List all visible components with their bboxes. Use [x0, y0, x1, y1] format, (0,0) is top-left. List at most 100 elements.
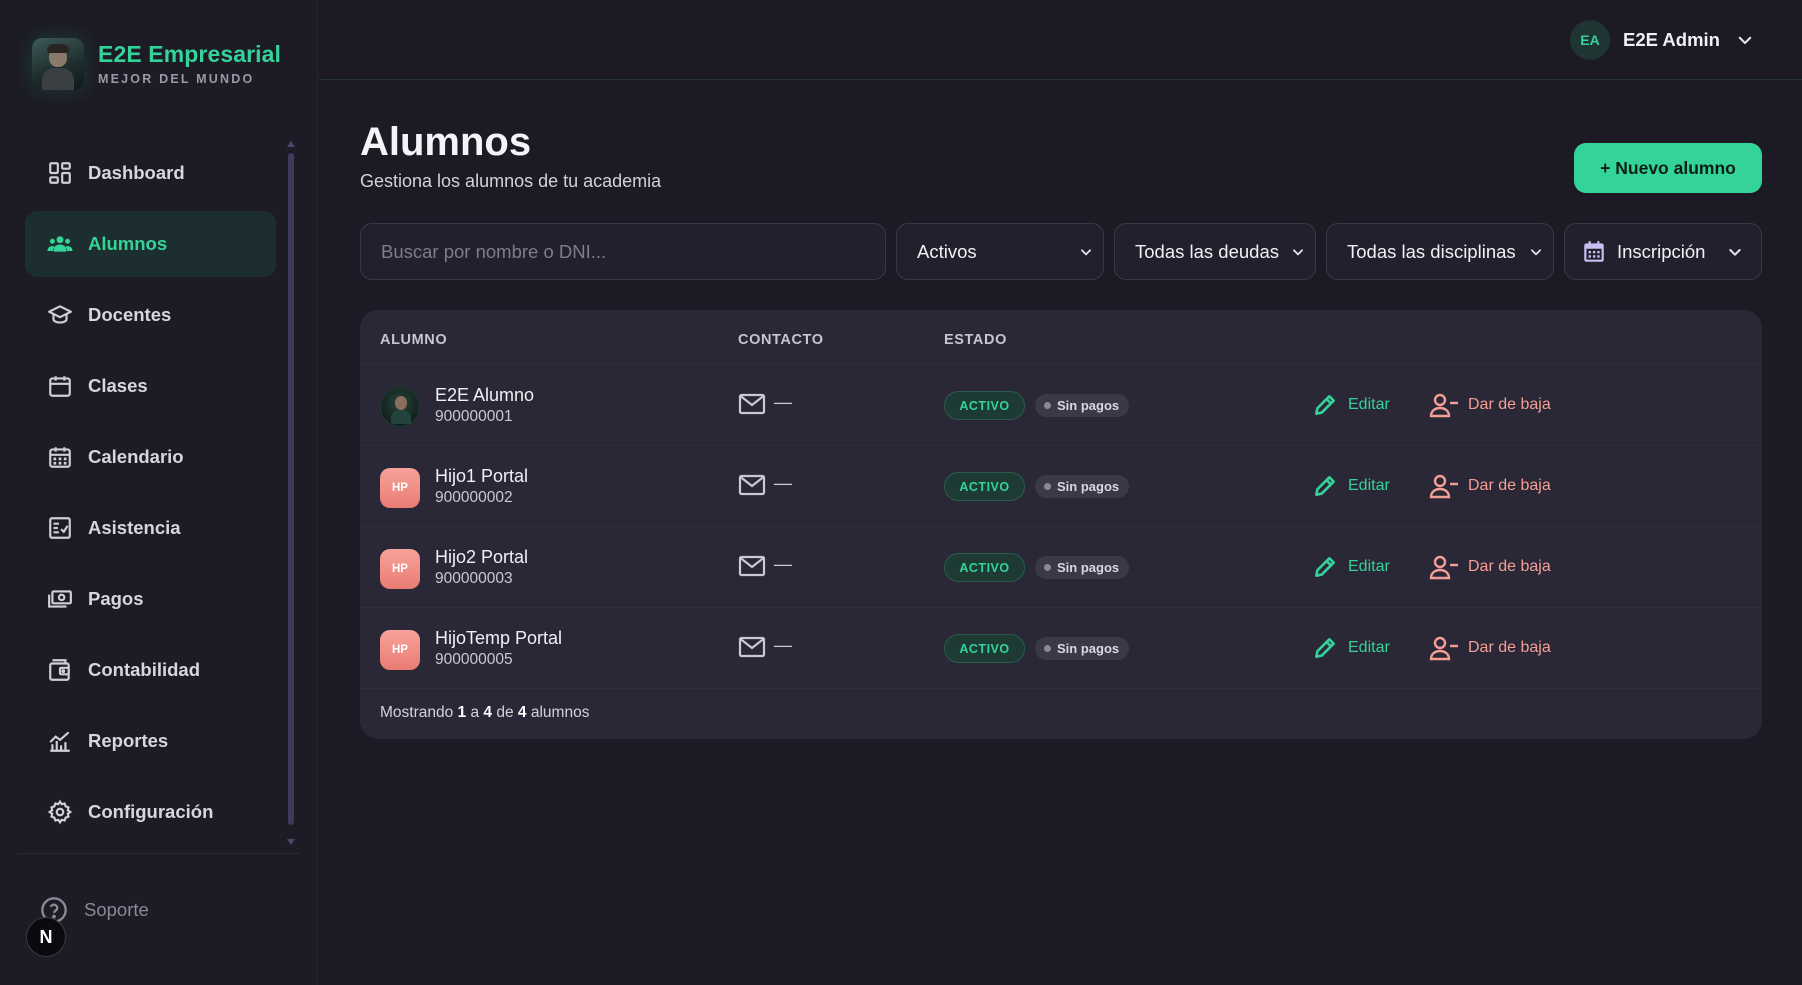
student-name: HijoTemp Portal [435, 628, 563, 648]
gear-icon [46, 798, 74, 826]
sidebar-item-label: Alumnos [88, 233, 168, 254]
sidebar-item-label: Pagos [88, 588, 144, 609]
debt-filter-select[interactable]: Todas las deudas [1114, 223, 1316, 280]
page-title: Alumnos [360, 120, 532, 164]
column-header-estado: ESTADO [944, 332, 1007, 348]
user-minus-icon [1429, 636, 1458, 661]
payments-label: Sin pagos [1057, 479, 1120, 494]
edit-button[interactable]: Editar [1312, 473, 1390, 499]
edit-button[interactable]: Editar [1312, 554, 1390, 580]
checklist-icon [46, 514, 74, 542]
page-subtitle: Gestiona los alumnos de tu academia [360, 171, 662, 191]
status-badge: ACTIVO [944, 634, 1025, 663]
avatar [380, 387, 420, 427]
table-row[interactable]: HP HijoTemp Portal 900000005 — ACTIVO Si… [360, 607, 1762, 688]
discipline-filter-value: Todas las disciplinas [1347, 240, 1516, 262]
mail-icon [738, 636, 766, 658]
edit-label: Editar [1348, 477, 1390, 494]
dev-tools-badge[interactable]: N [26, 917, 66, 957]
sidebar-item-calendario[interactable]: Calendario [25, 424, 276, 490]
pagination-summary: Mostrando 1 a 4 de 4 alumnos [380, 704, 590, 721]
calendar-icon [1584, 240, 1604, 262]
sidebar-scrollbar[interactable] [286, 141, 296, 845]
wallet-icon [46, 656, 74, 684]
avatar: HP [380, 468, 420, 508]
new-student-button[interactable]: + Nuevo alumno [1574, 143, 1762, 193]
sidebar-item-contabilidad[interactable]: Contabilidad [25, 637, 276, 703]
calendar-grid-icon [46, 443, 74, 471]
sidebar-item-pagos[interactable]: Pagos [25, 566, 276, 632]
deactivate-button[interactable]: Dar de baja [1429, 554, 1551, 580]
edit-button[interactable]: Editar [1312, 392, 1390, 418]
payments-label: Sin pagos [1057, 641, 1120, 656]
sidebar-item-alumnos[interactable]: Alumnos [25, 211, 276, 277]
contact-value: — [774, 473, 792, 493]
brand-title: E2E Empresarial [98, 41, 282, 68]
table-row[interactable]: HP Hijo1 Portal 900000002 — ACTIVO Sin p… [360, 445, 1762, 526]
status-badge: ACTIVO [944, 553, 1025, 582]
avatar: HP [380, 549, 420, 589]
pencil-icon [1315, 476, 1335, 496]
edit-button[interactable]: Editar [1312, 635, 1390, 661]
column-header-contacto: CONTACTO [738, 332, 824, 348]
graduation-cap-icon [46, 301, 74, 329]
deactivate-button[interactable]: Dar de baja [1429, 392, 1551, 418]
student-dni: 900000005 [435, 651, 513, 668]
mail-icon [738, 474, 766, 496]
user-menu[interactable]: EA E2E Admin [1570, 20, 1754, 60]
deactivate-label: Dar de baja [1468, 396, 1551, 413]
deactivate-label: Dar de baja [1468, 558, 1551, 575]
calendar-blank-icon [46, 372, 74, 400]
sidebar-item-dashboard[interactable]: Dashboard [25, 140, 276, 206]
discipline-filter-select[interactable]: Todas las disciplinas [1326, 223, 1554, 280]
edit-label: Editar [1348, 396, 1390, 413]
student-dni: 900000001 [435, 408, 513, 425]
pencil-icon [1315, 395, 1335, 415]
brand[interactable]: E2E Empresarial MEJOR DEL MUNDO [32, 38, 281, 90]
edit-label: Editar [1348, 639, 1390, 656]
dashboard-icon [46, 159, 74, 187]
sidebar-divider [18, 853, 300, 854]
money-icon [46, 585, 74, 613]
pencil-icon [1315, 557, 1335, 577]
sidebar-item-label: Dashboard [88, 162, 185, 183]
search-field[interactable] [360, 223, 886, 280]
student-name: E2E Alumno [435, 385, 535, 405]
deactivate-label: Dar de baja [1468, 477, 1551, 494]
user-minus-icon [1429, 393, 1458, 418]
status-filter-select[interactable]: Activos [896, 223, 1104, 280]
payments-badge: Sin pagos [1035, 637, 1130, 660]
table-row[interactable]: HP Hijo2 Portal 900000003 — ACTIVO Sin p… [360, 526, 1762, 607]
sort-enrollment-select[interactable]: Inscripción [1564, 223, 1762, 280]
search-input[interactable] [381, 240, 861, 263]
deactivate-button[interactable]: Dar de baja [1429, 635, 1551, 661]
deactivate-button[interactable]: Dar de baja [1429, 473, 1551, 499]
chevron-down-icon [1293, 248, 1303, 255]
chevron-down-icon [1081, 248, 1091, 255]
sidebar-item-clases[interactable]: Clases [25, 353, 276, 419]
sidebar-item-asistencia[interactable]: Asistencia [25, 495, 276, 561]
sidebar-item-docentes[interactable]: Docentes [25, 282, 276, 348]
status-filter-value: Activos [917, 240, 977, 262]
status-badge: ACTIVO [944, 472, 1025, 501]
sidebar-item-configuracion[interactable]: Configuración [25, 779, 276, 845]
user-minus-icon [1429, 555, 1458, 580]
students-table: ALUMNO CONTACTO ESTADO E2E Alumno 900000… [360, 310, 1762, 739]
edit-label: Editar [1348, 558, 1390, 575]
sidebar-item-label: Clases [88, 375, 148, 396]
payments-label: Sin pagos [1057, 560, 1120, 575]
student-name: Hijo1 Portal [435, 466, 529, 486]
table-row[interactable]: E2E Alumno 900000001 — ACTIVO Sin pagos … [360, 364, 1762, 445]
sidebar-nav: Dashboard Alumnos Docentes Clases Calend… [25, 140, 276, 850]
chevron-down-icon [1738, 36, 1752, 45]
user-name: E2E Admin [1623, 29, 1720, 50]
payments-badge: Sin pagos [1035, 394, 1130, 417]
avatar: EA [1570, 20, 1611, 60]
debt-filter-value: Todas las deudas [1135, 240, 1279, 262]
sidebar-item-reportes[interactable]: Reportes [25, 708, 276, 774]
support-label: Soporte [84, 899, 149, 920]
brand-subtitle: MEJOR DEL MUNDO [98, 71, 255, 86]
sidebar-item-label: Calendario [88, 446, 184, 467]
mail-icon [738, 555, 766, 577]
sidebar-item-label: Contabilidad [88, 659, 201, 680]
